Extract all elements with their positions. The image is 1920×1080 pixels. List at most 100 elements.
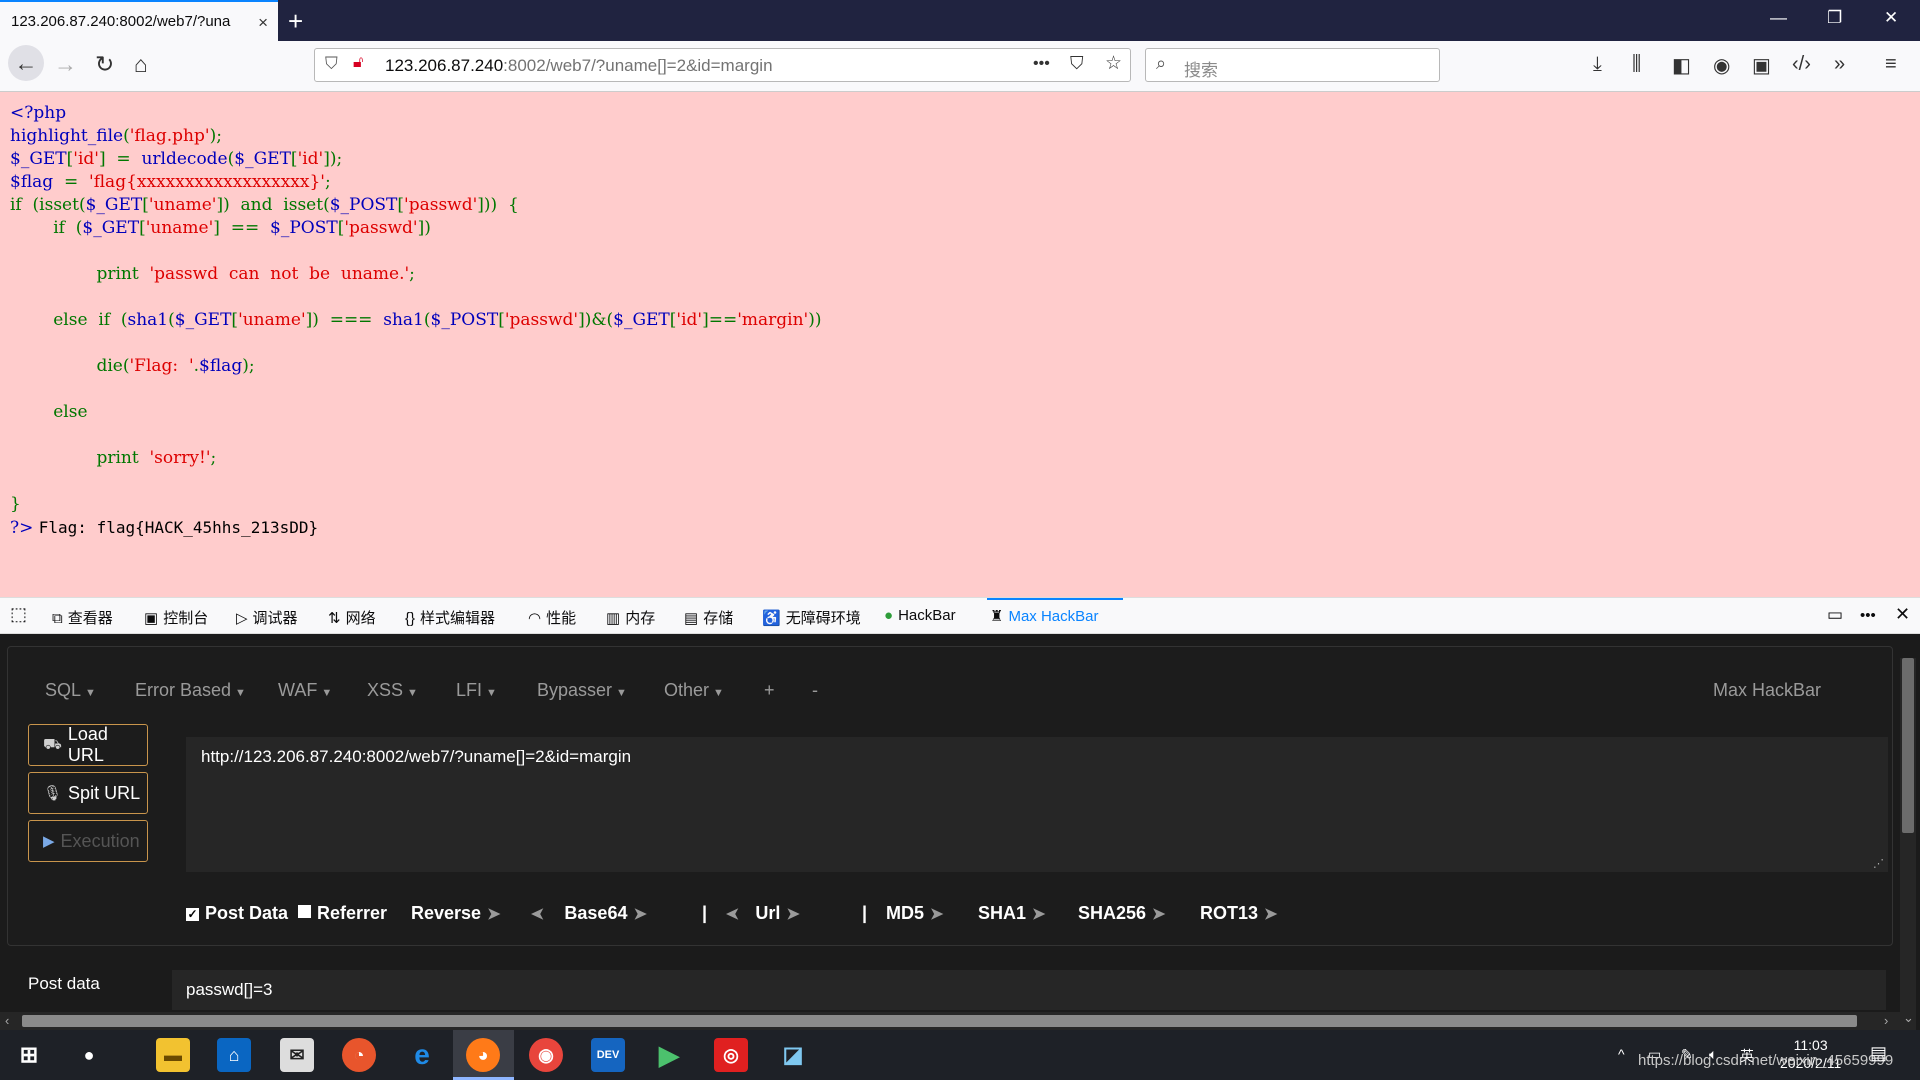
base64-label: Base64 <box>564 903 628 923</box>
menu-minus[interactable]: - <box>812 680 818 701</box>
menu-error-based[interactable]: Error Based ▼ <box>135 680 246 701</box>
dev-cpp-icon[interactable]: DEV <box>591 1038 625 1072</box>
menu-plus[interactable]: + <box>764 680 775 701</box>
devtools-icon[interactable]: ‹/› <box>1792 53 1811 76</box>
pocket-icon[interactable]: ⛉ <box>1070 53 1084 74</box>
back-button[interactable]: ← <box>8 45 44 81</box>
execution-button[interactable]: ▶ Execution <box>28 820 148 862</box>
bookmark-star-icon[interactable]: ☆ <box>1105 52 1122 75</box>
url-encode-button[interactable]: ➤ Url ➤ <box>726 903 800 924</box>
windows-start-icon[interactable]: ⊞ <box>12 1038 46 1072</box>
url-textarea[interactable]: http://123.206.87.240:8002/web7/?uname[]… <box>186 737 1888 872</box>
horizontal-scroll-thumb[interactable] <box>22 1015 1857 1027</box>
tab-memory[interactable]: ▥ 内存 <box>606 607 655 628</box>
arrow-right-icon: → <box>54 51 77 77</box>
netease-music-icon[interactable]: ◎ <box>714 1038 748 1072</box>
home-button[interactable]: ⌂ <box>134 51 148 78</box>
notification-icon[interactable]: ▤ <box>1870 1043 1887 1064</box>
url-bar[interactable]: ⛉ 🔓︎ 123.206.87.240:8002/web7/?uname[]=2… <box>314 48 1131 82</box>
sha1-button[interactable]: SHA1 ➤ <box>978 903 1045 924</box>
menu-sql[interactable]: SQL ▼ <box>45 680 96 701</box>
flag-output: Flag: flag{HACK_45hhs_213sDD} <box>38 518 319 537</box>
chrome-icon[interactable]: ◉ <box>529 1038 563 1072</box>
reverse-button[interactable]: Reverse ➤ <box>411 903 500 924</box>
vertical-scroll-thumb[interactable] <box>1902 658 1914 833</box>
mail-icon[interactable]: ✉ <box>280 1038 314 1072</box>
sidebar-icon[interactable]: ◧ <box>1672 53 1691 78</box>
menu-error-based-label: Error Based <box>135 680 232 700</box>
tray-expand-icon[interactable]: ^ <box>1618 1046 1625 1062</box>
horizontal-scrollbar[interactable]: ‹ › <box>0 1012 1900 1030</box>
library-icon[interactable]: ⫼ <box>1632 53 1641 76</box>
new-tab-button[interactable]: + <box>288 6 303 37</box>
resize-handle-icon[interactable]: ⋰ <box>1873 857 1884 870</box>
player-icon[interactable]: ▶ <box>652 1038 686 1072</box>
scroll-right-icon[interactable]: › <box>1884 1013 1888 1028</box>
dock-icon[interactable]: ▭ <box>1827 605 1843 625</box>
url-text[interactable]: 123.206.87.240:8002/web7/?uname[]=2&id=m… <box>385 56 773 76</box>
split-url-button[interactable]: 🎙︎ Spit URL <box>28 772 148 814</box>
vertical-scrollbar[interactable]: ⌄ <box>1900 658 1916 1030</box>
load-url-label: Load URL <box>67 724 108 765</box>
tab-accessibility[interactable]: ♿ 无障碍环境 <box>762 607 861 628</box>
scroll-left-icon[interactable]: ‹ <box>5 1013 9 1028</box>
tab-storage[interactable]: ▤ 存储 <box>684 607 733 628</box>
cortana-icon[interactable]: ● <box>72 1038 106 1072</box>
tab-inspector[interactable]: ⧉ 查看器 <box>52 607 113 628</box>
menu-bypasser[interactable]: Bypasser ▼ <box>537 680 627 701</box>
post-data-label: Post data <box>28 974 100 993</box>
page-actions-icon[interactable]: ••• <box>1033 55 1050 73</box>
forward-button[interactable]: → <box>54 51 77 78</box>
tab-network[interactable]: ⇅ 网络 <box>328 607 376 628</box>
file-explorer-icon[interactable]: ▬ <box>156 1038 190 1072</box>
tab-performance[interactable]: ◠ 性能 <box>528 607 576 628</box>
reload-icon: ↻ <box>95 51 115 77</box>
menu-waf[interactable]: WAF ▼ <box>278 680 332 701</box>
post-data-checkbox[interactable]: ✓ Post Data <box>186 903 288 924</box>
reload-button[interactable]: ↻ <box>95 51 114 78</box>
url-textarea-value: http://123.206.87.240:8002/web7/?uname[]… <box>201 747 632 766</box>
account-icon[interactable]: ◉ <box>1713 53 1730 78</box>
close-window-button[interactable]: ✕ <box>1884 8 1898 28</box>
notepad-icon[interactable]: ◪ <box>776 1038 810 1072</box>
post-data-input[interactable]: passwd[]=3 <box>172 970 1886 1010</box>
load-url-button[interactable]: ⛟ Load URL <box>28 724 148 766</box>
arrow-left-icon: ➤ <box>726 906 740 923</box>
menu-xss[interactable]: XSS ▼ <box>367 680 418 701</box>
minimize-button[interactable]: — <box>1770 8 1787 28</box>
store-icon[interactable]: ⌂ <box>217 1038 251 1072</box>
menu-lfi[interactable]: LFI ▼ <box>456 680 497 701</box>
base64-decode-button[interactable]: ➤ Base64 ➤ <box>531 903 647 924</box>
overflow-chevron-icon[interactable]: » <box>1834 53 1845 76</box>
rot13-button[interactable]: ROT13 ➤ <box>1200 903 1277 924</box>
tab-max-hackbar[interactable]: ♜ Max HackBar <box>990 607 1098 625</box>
download-icon[interactable]: ⤓ <box>1593 53 1602 76</box>
max-hackbar-icon: ♜ <box>990 608 1004 625</box>
edge-icon[interactable]: e <box>405 1038 439 1072</box>
devtools-more-icon[interactable]: ••• <box>1860 607 1876 624</box>
scroll-down-icon[interactable]: ⌄ <box>1903 1010 1914 1026</box>
browser-tab[interactable]: 123.206.87.240:8002/web7/?una × <box>0 0 278 41</box>
shield-icon[interactable]: ⛉ <box>325 54 338 74</box>
sha256-button[interactable]: SHA256 ➤ <box>1078 903 1165 924</box>
extension-icon[interactable]: ▣ <box>1752 53 1771 78</box>
firefox-icon[interactable]: ◕ <box>466 1038 500 1072</box>
restore-button[interactable]: ❐ <box>1827 8 1842 28</box>
search-box[interactable]: ⌕ 搜索 <box>1145 48 1440 82</box>
tab-close-icon[interactable]: × <box>258 13 268 33</box>
devtools-close-icon[interactable]: ✕ <box>1895 604 1910 625</box>
referrer-checkbox[interactable]: Referrer <box>298 903 387 924</box>
tab-accessibility-label: 无障碍环境 <box>785 610 861 627</box>
tab-hackbar[interactable]: ● HackBar <box>884 607 956 624</box>
tab-console[interactable]: ▣ 控制台 <box>144 607 208 628</box>
accessibility-icon: ♿ <box>762 610 781 627</box>
menu-bypasser-label: Bypasser <box>537 680 613 700</box>
colorful-app-icon[interactable]: ◔ <box>342 1038 376 1072</box>
tab-debugger[interactable]: ▷ 调试器 <box>236 607 298 628</box>
menu-other[interactable]: Other ▼ <box>664 680 724 701</box>
md5-button[interactable]: MD5 ➤ <box>886 903 943 924</box>
element-picker-icon[interactable]: ⬚ <box>10 604 27 625</box>
insecure-lock-icon[interactable]: 🔓︎ <box>353 54 363 72</box>
menu-hamburger-icon[interactable]: ≡ <box>1885 53 1897 76</box>
tab-style-editor[interactable]: {} 样式编辑器 <box>405 607 495 628</box>
